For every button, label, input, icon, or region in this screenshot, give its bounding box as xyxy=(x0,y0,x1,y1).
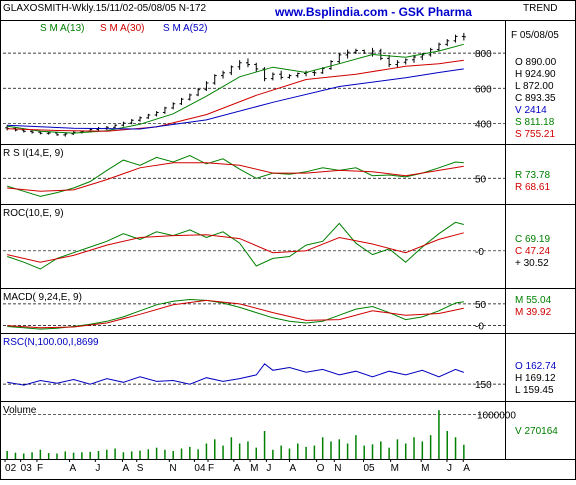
info-date: F 05/08/05 xyxy=(511,30,559,41)
rsi-info-value: R 68.61 xyxy=(515,182,550,193)
x-tick-label: J xyxy=(266,463,271,474)
x-tick-label: A xyxy=(289,463,296,474)
macd-info-value: M 55.04 xyxy=(515,295,552,306)
x-tick-label: N xyxy=(169,463,176,474)
x-tick-label: 02 xyxy=(5,463,17,474)
price-info-value: L 872.00 xyxy=(515,81,554,92)
site-title: www.Bsplindia.com - GSK Pharma xyxy=(274,5,472,19)
x-tick-label: M xyxy=(250,463,258,474)
macd-tick-label: -0 xyxy=(475,322,484,333)
x-tick-label: J xyxy=(95,463,100,474)
legend-entry: S M A(30) xyxy=(100,23,144,34)
x-tick-label: M xyxy=(421,463,429,474)
price-info-value: V 2414 xyxy=(515,105,547,116)
roc-info-value: C 47.24 xyxy=(515,246,550,257)
x-tick-label: 03 xyxy=(21,463,33,474)
legend-entry: S M A(13) xyxy=(40,23,84,34)
x-tick-label: A xyxy=(234,463,241,474)
rsi-tick-label: 50 xyxy=(475,174,487,185)
roc-panel-label: ROC(10,E, 9) xyxy=(3,208,64,219)
rsc-info-value: O 162.74 xyxy=(515,361,557,372)
gsk-technical-chart: GLAXOSMITH-Wkly.15/11/02-05/08/05 N-172 … xyxy=(0,0,576,480)
rsi-info-value: R 73.78 xyxy=(515,170,550,181)
macd-info-value: M 39.92 xyxy=(515,307,552,318)
x-tick-label: M xyxy=(391,463,399,474)
price-tick-label: 600 xyxy=(475,84,492,95)
x-tick-label: 04 xyxy=(194,463,206,474)
rsc-info-value: L 159.45 xyxy=(515,385,554,396)
macd-tick-label: 50 xyxy=(475,300,487,311)
roc-info-value: C 69.19 xyxy=(515,234,550,245)
x-tick-label: A xyxy=(463,463,470,474)
rsi-panel-label: R S I(14,E, 9) xyxy=(3,148,64,159)
x-tick-label: F xyxy=(208,463,214,474)
price-info-value: S 811.18 xyxy=(515,117,555,128)
price-tick-label: 400 xyxy=(475,119,492,130)
volume-info-value: V 270164 xyxy=(515,426,558,437)
x-tick-label: O xyxy=(317,463,325,474)
legend-entry: S M A(52) xyxy=(163,23,207,34)
x-tick-label: S xyxy=(137,463,144,474)
price-info-value: O 890.00 xyxy=(515,57,557,68)
x-tick-label: F xyxy=(37,463,43,474)
rsc-info-value: H 169.12 xyxy=(515,373,556,384)
price-info-value: S 755.21 xyxy=(515,129,555,140)
price-info-value: C 893.35 xyxy=(515,93,556,104)
chart-background xyxy=(0,0,576,480)
trend-label: TREND xyxy=(523,3,557,14)
chart-title: GLAXOSMITH-Wkly.15/11/02-05/08/05 N-172 xyxy=(3,3,206,14)
x-tick-label: J xyxy=(447,463,452,474)
x-tick-label: N xyxy=(334,463,341,474)
price-info-value: H 924.90 xyxy=(515,69,556,80)
roc-tick-label: -0 xyxy=(475,247,484,258)
x-tick-label: A xyxy=(70,463,77,474)
volume-tick-label: 1000000 xyxy=(477,410,516,421)
rsc-panel-label: RSC(N,100.00,I,8699 xyxy=(3,337,99,348)
roc-info-value: + 30.52 xyxy=(515,258,549,269)
volume-panel-label: Volume xyxy=(3,405,37,416)
rsc-tick-label: 150 xyxy=(475,380,492,391)
x-tick-label: 05 xyxy=(363,463,375,474)
price-tick-label: 800 xyxy=(475,49,492,60)
x-tick-label: A xyxy=(122,463,129,474)
macd-panel-label: MACD( 9,24,E, 9) xyxy=(3,292,82,303)
